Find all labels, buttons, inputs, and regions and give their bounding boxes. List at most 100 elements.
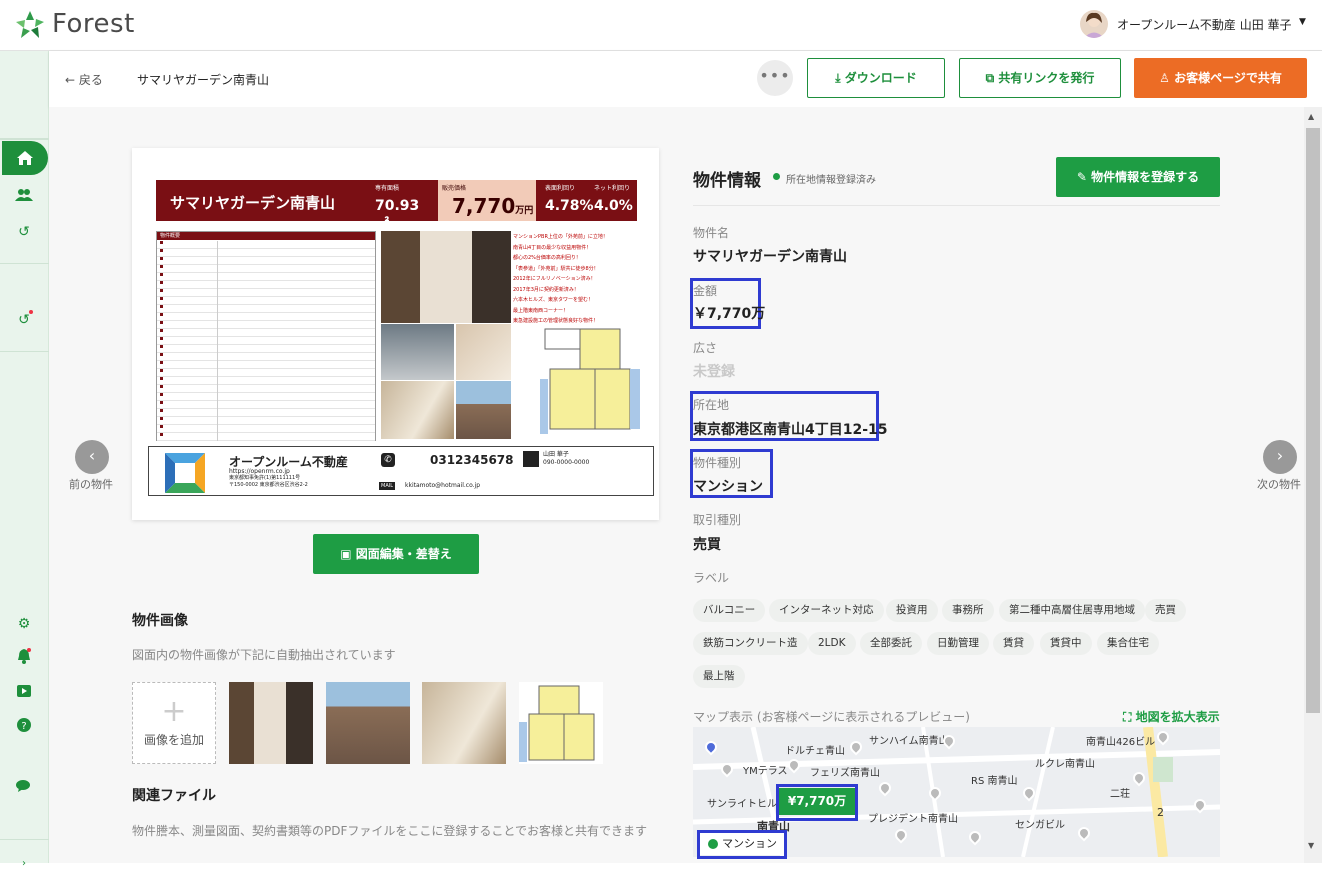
info-title: 物件情報 (693, 171, 761, 191)
map-place: 二荘 (1110, 789, 1130, 800)
back-link[interactable]: ← 戻る (65, 71, 103, 88)
forest-logo-icon[interactable] (14, 10, 46, 40)
label-chip[interactable]: 鉄筋コンクリート造 (693, 632, 808, 655)
flyer-price-unit: 万円 (515, 206, 534, 216)
property-image-thumb[interactable] (229, 682, 313, 764)
label-chip[interactable]: 日勤管理 (927, 632, 989, 655)
flyer-footer: オープンルーム不動産 https://openrm.co.jp 東京都知事免許(… (148, 446, 654, 496)
history-icon[interactable]: ↺ (14, 222, 34, 242)
flyer-photo-room (456, 324, 511, 380)
flyer-photo-window (381, 324, 454, 380)
gear-icon[interactable]: ⚙ (14, 614, 34, 634)
share-page-label: お客様ページで共有 (1174, 71, 1282, 85)
flyer-area-label: 専有面積 (375, 185, 400, 192)
avatar[interactable] (1080, 10, 1108, 38)
prev-property-label[interactable]: 前の物件 (69, 476, 113, 492)
scroll-down-icon[interactable]: ▼ (1308, 841, 1314, 850)
map-price-marker[interactable]: ¥7,770万 (779, 788, 855, 815)
field-value-type: マンション (693, 479, 763, 495)
property-image-thumb[interactable] (519, 682, 603, 764)
expand-map-label: 地図を拡大表示 (1135, 710, 1220, 724)
label-chip[interactable]: 事務所 (942, 599, 994, 622)
property-header: ← 戻る サマリヤガーデン南青山 ••• ⤓ ダウンロード ⧉ 共有リンクを発行… (49, 51, 1322, 107)
chevron-right-icon[interactable]: › (14, 854, 34, 874)
scroll-up-icon[interactable]: ▲ (1308, 112, 1314, 121)
flyer-summary-table: 物件概要 (156, 231, 376, 441)
top-bar: Forest オープンルーム不動産 山田 華子 ▼ (0, 0, 1322, 51)
label-chip[interactable]: 第二種中高層住居専用地域 (999, 599, 1145, 622)
bell-icon[interactable] (14, 648, 34, 668)
next-property-button[interactable]: › (1263, 440, 1297, 474)
prev-property-button[interactable]: ‹ (75, 440, 109, 474)
label-chip[interactable]: 売買 (1145, 599, 1186, 622)
chevron-down-icon[interactable]: ▼ (1299, 17, 1306, 27)
edit-drawing-button[interactable]: ▣ 図面編集・差替え (313, 534, 479, 574)
flyer-photo-building (456, 381, 511, 439)
flyer-license: 東京都知事免許(1)第111111号 (229, 475, 301, 481)
property-image-thumb[interactable] (326, 682, 410, 764)
label-chip[interactable]: 全部委託 (860, 632, 922, 655)
field-value-price: ￥7,770万 (693, 306, 766, 322)
label-chip[interactable]: インターネット対応 (769, 599, 884, 622)
flyer-bullet: 南青山4丁目の最少な収益用物件！ (513, 244, 592, 251)
users-icon[interactable] (14, 188, 34, 208)
label-chip[interactable]: 最上階 (693, 665, 745, 688)
flyer-gross-label: 表面利回り (545, 185, 576, 192)
expand-map-link[interactable]: ⛶ 地図を拡大表示 (1123, 708, 1220, 725)
images-section-title: 物件画像 (132, 613, 188, 629)
field-value-name: サマリヤガーデン南青山 (693, 249, 847, 265)
add-image-button[interactable]: + 画像を追加 (132, 682, 216, 764)
sidebar-item-home[interactable] (2, 141, 48, 175)
property-flyer[interactable]: サマリヤガーデン南青山 専有面積 70.93㎡ 販売価格 7,770万円 表面利… (132, 148, 659, 520)
pencil-icon: ✎ (1076, 170, 1087, 184)
user-name[interactable]: オープンルーム不動産 山田 華子 (1117, 16, 1292, 33)
more-button[interactable]: ••• (757, 60, 793, 96)
label-chip[interactable]: 賃貸中 (1040, 632, 1092, 655)
video-icon[interactable] (14, 683, 34, 703)
flyer-net-yield: ネット利回り 4.0% (590, 180, 637, 221)
share-link-button[interactable]: ⧉ 共有リンクを発行 (959, 58, 1121, 98)
flyer-table-rows (157, 241, 375, 441)
map-place: サンハイム南青山 (869, 736, 949, 747)
flyer-bullet: マンションPBR上位の「外苑前」に立地！ (513, 234, 608, 240)
map-place: センガビル (1015, 820, 1065, 831)
register-label: 物件情報を登録する (1091, 170, 1200, 184)
files-section-title: 関連ファイル (132, 788, 216, 804)
labels-title: ラベル (693, 571, 730, 585)
plus-icon: + (161, 694, 187, 729)
download-button[interactable]: ⤓ ダウンロード (807, 58, 945, 98)
label-chip[interactable]: 集合住宅 (1097, 632, 1159, 655)
flyer-header: サマリヤガーデン南青山 専有面積 70.93㎡ 販売価格 7,770万円 表面利… (156, 180, 637, 233)
label-chip[interactable]: バルコニー (693, 599, 766, 622)
help-icon[interactable]: ? (14, 718, 34, 738)
files-section-description: 物件謄本、測量図面、契約書類等のPDFファイルをここに登録することでお客様と共有… (132, 824, 648, 838)
external-link-icon: ⧉ (985, 71, 995, 85)
flyer-price-value: 7,770万円 (452, 194, 533, 218)
history-notify-icon[interactable]: ↺ (14, 310, 34, 330)
flyer-table-header: 物件概要 (157, 232, 375, 240)
property-image-thumb[interactable] (422, 682, 506, 764)
field-label-transaction: 取引種別 (693, 513, 742, 527)
flyer-gross-yield: 表面利回り 4.78% (541, 180, 594, 221)
scrollbar-thumb[interactable] (1306, 128, 1320, 713)
flyer-mail: kkitamoto@hotmail.co.jp (405, 482, 481, 489)
flyer-bullet: 2017年3月に契約更新済み！ (513, 286, 579, 293)
page-title: サマリヤガーデン南青山 (137, 73, 270, 87)
flyer-net-value: 4.0% (594, 198, 633, 214)
app-name[interactable]: Forest (52, 9, 135, 39)
home-icon (17, 151, 33, 165)
field-label-address: 所在地 (693, 398, 730, 412)
share-customer-page-button[interactable]: ♙ お客様ページで共有 (1134, 58, 1307, 98)
register-property-button[interactable]: ✎ 物件情報を登録する (1056, 157, 1220, 197)
chat-icon[interactable] (14, 779, 34, 799)
share-link-label: 共有リンクを発行 (998, 71, 1095, 85)
map-place: YMテラス (743, 766, 788, 777)
agent-photo (523, 451, 539, 467)
map-place: RS 南青山 (971, 776, 1018, 787)
label-chip[interactable]: 2LDK (808, 632, 856, 655)
label-chip[interactable]: 投資用 (886, 599, 938, 622)
label-chip[interactable]: 賃貸 (993, 632, 1034, 655)
next-property-label[interactable]: 次の物件 (1257, 476, 1301, 492)
flyer-photo-entrance (381, 381, 454, 439)
flyer-price-label: 販売価格 (442, 185, 467, 192)
